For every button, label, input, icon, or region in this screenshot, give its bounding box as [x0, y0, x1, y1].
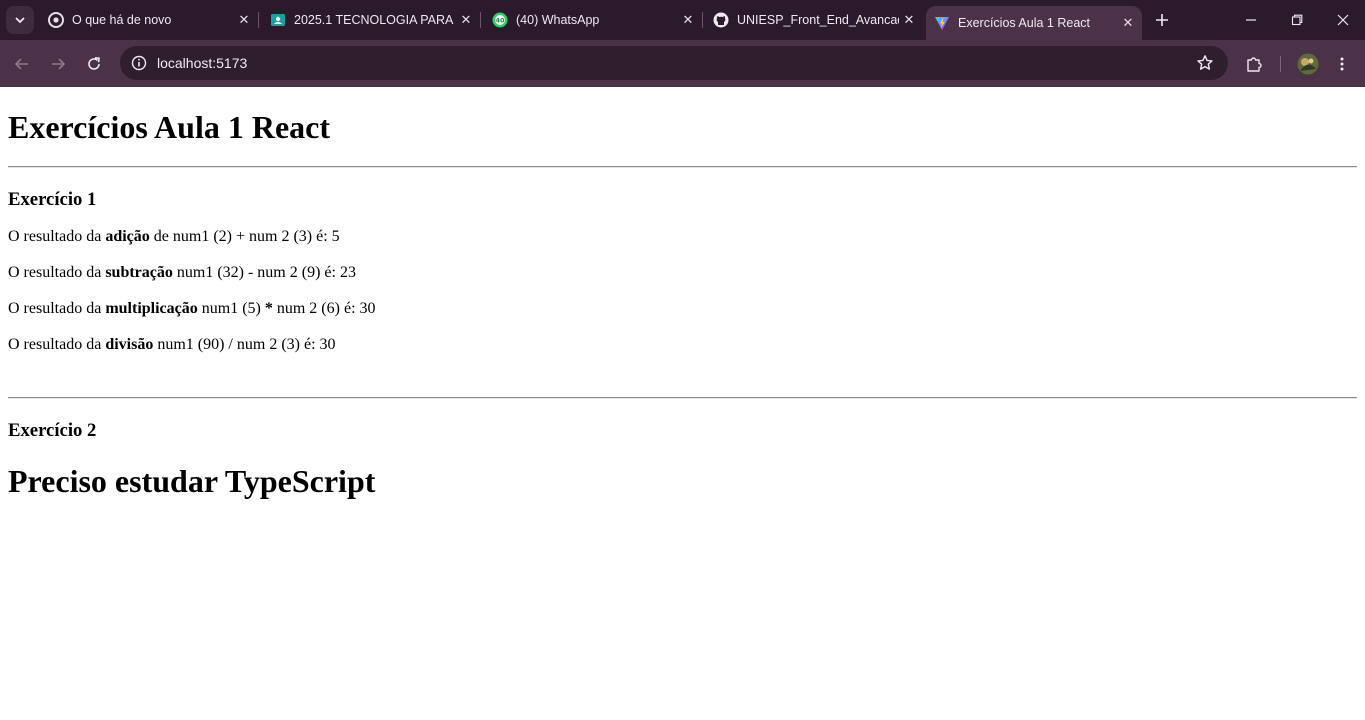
back-button[interactable] — [10, 52, 34, 76]
result-prefix: O resultado da — [8, 336, 106, 353]
url-text[interactable]: localhost:5173 — [157, 55, 247, 71]
page-title: Exercícios Aula 1 React — [8, 109, 331, 145]
tab-whatsapp[interactable]: 40 (40) WhatsApp ✕ — [484, 6, 703, 34]
tab-title: Exercícios Aula 1 React — [958, 16, 1091, 30]
toolbar-divider — [1280, 56, 1281, 72]
browser-toolbar: localhost:5173 — [0, 40, 1365, 87]
arrow-right-icon — [52, 58, 66, 70]
tab-react-exercises[interactable]: Exercícios Aula 1 React ✕ — [926, 6, 1142, 40]
restore-icon — [1291, 14, 1303, 26]
minimize-button[interactable] — [1228, 0, 1274, 40]
operation-name: adição — [105, 228, 150, 245]
result-prefix: O resultado da — [8, 300, 106, 317]
profile-button[interactable] — [1296, 52, 1320, 76]
new-tab-button[interactable] — [1150, 8, 1174, 32]
classroom-icon — [270, 12, 286, 28]
chevron-down-icon — [15, 17, 25, 24]
result-text: de num1 (2) + num 2 (3) é: 5 — [149, 228, 340, 245]
minimize-icon — [1246, 19, 1256, 21]
github-icon — [713, 12, 729, 28]
operation-name: divisão — [105, 336, 154, 353]
result-prefix: O resultado da — [8, 228, 106, 245]
tab-title: UNIESP_Front_End_Avancado — [737, 13, 899, 27]
close-icon[interactable]: ✕ — [456, 10, 476, 30]
close-icon[interactable]: ✕ — [678, 10, 698, 30]
arrow-left-icon — [14, 58, 28, 70]
close-icon[interactable]: ✕ — [899, 10, 919, 30]
extensions-button[interactable] — [1242, 52, 1266, 76]
site-info-icon[interactable] — [131, 55, 147, 71]
avatar — [1297, 53, 1319, 75]
chrome-icon — [48, 12, 64, 28]
result-text: num1 (5) — [197, 300, 265, 317]
divider — [8, 397, 1357, 399]
result-text: num1 (32) - num 2 (9) é: 23 — [172, 264, 356, 281]
more-vertical-icon — [1340, 57, 1344, 71]
close-window-button[interactable] — [1320, 0, 1365, 40]
close-icon — [1337, 14, 1349, 26]
exercise-2-title: Exercício 2 — [8, 420, 97, 441]
exercise-2-message: Preciso estudar TypeScript — [8, 463, 376, 499]
restore-button[interactable] — [1274, 0, 1320, 40]
close-icon[interactable]: ✕ — [1118, 13, 1138, 33]
subtraction-result: O resultado da subtração num1 (32) - num… — [8, 264, 356, 282]
operator-symbol: * — [264, 300, 273, 317]
tab-separator — [480, 12, 481, 28]
address-bar[interactable]: localhost:5173 — [120, 46, 1228, 80]
divider — [8, 166, 1357, 168]
exercise-1-title: Exercício 1 — [8, 189, 97, 210]
result-text: num 2 (6) é: 30 — [272, 300, 376, 317]
close-icon[interactable]: ✕ — [234, 10, 254, 30]
whatsapp-badge: 40 — [495, 17, 505, 25]
whatsapp-icon: 40 — [492, 12, 508, 28]
tab-title: O que há de novo — [72, 13, 172, 27]
division-result: O resultado da divisão num1 (90) / num 2… — [8, 336, 336, 354]
vite-icon — [934, 15, 950, 31]
bookmark-star-icon[interactable] — [1196, 54, 1214, 72]
result-prefix: O resultado da — [8, 264, 106, 281]
tab-title: 2025.1 TECNOLOGIA PARA F — [294, 13, 456, 27]
tab-separator — [258, 12, 259, 28]
multiplication-result: O resultado da multiplicação num1 (5) * … — [8, 300, 376, 318]
tab-whats-new[interactable]: O que há de novo ✕ — [40, 6, 259, 34]
tab-classroom[interactable]: 2025.1 TECNOLOGIA PARA F ✕ — [262, 6, 481, 34]
plus-icon — [1156, 14, 1168, 26]
tab-github[interactable]: UNIESP_Front_End_Avancado ✕ — [705, 6, 923, 34]
reload-button[interactable] — [82, 52, 106, 76]
result-text: num1 (90) / num 2 (3) é: 30 — [153, 336, 336, 353]
operation-name: multiplicação — [105, 300, 198, 317]
tab-strip: O que há de novo ✕ 2025.1 TECNOLOGIA PAR… — [0, 0, 1365, 40]
forward-button[interactable] — [46, 52, 70, 76]
tab-search-button[interactable] — [6, 6, 34, 34]
addition-result: O resultado da adição de num1 (2) + num … — [8, 228, 340, 246]
puzzle-icon — [1247, 57, 1262, 72]
tab-title: (40) WhatsApp — [516, 13, 600, 27]
browser-menu-button[interactable] — [1330, 52, 1354, 76]
reload-icon — [88, 57, 100, 70]
operation-name: subtração — [105, 264, 173, 281]
tab-separator — [702, 12, 703, 28]
